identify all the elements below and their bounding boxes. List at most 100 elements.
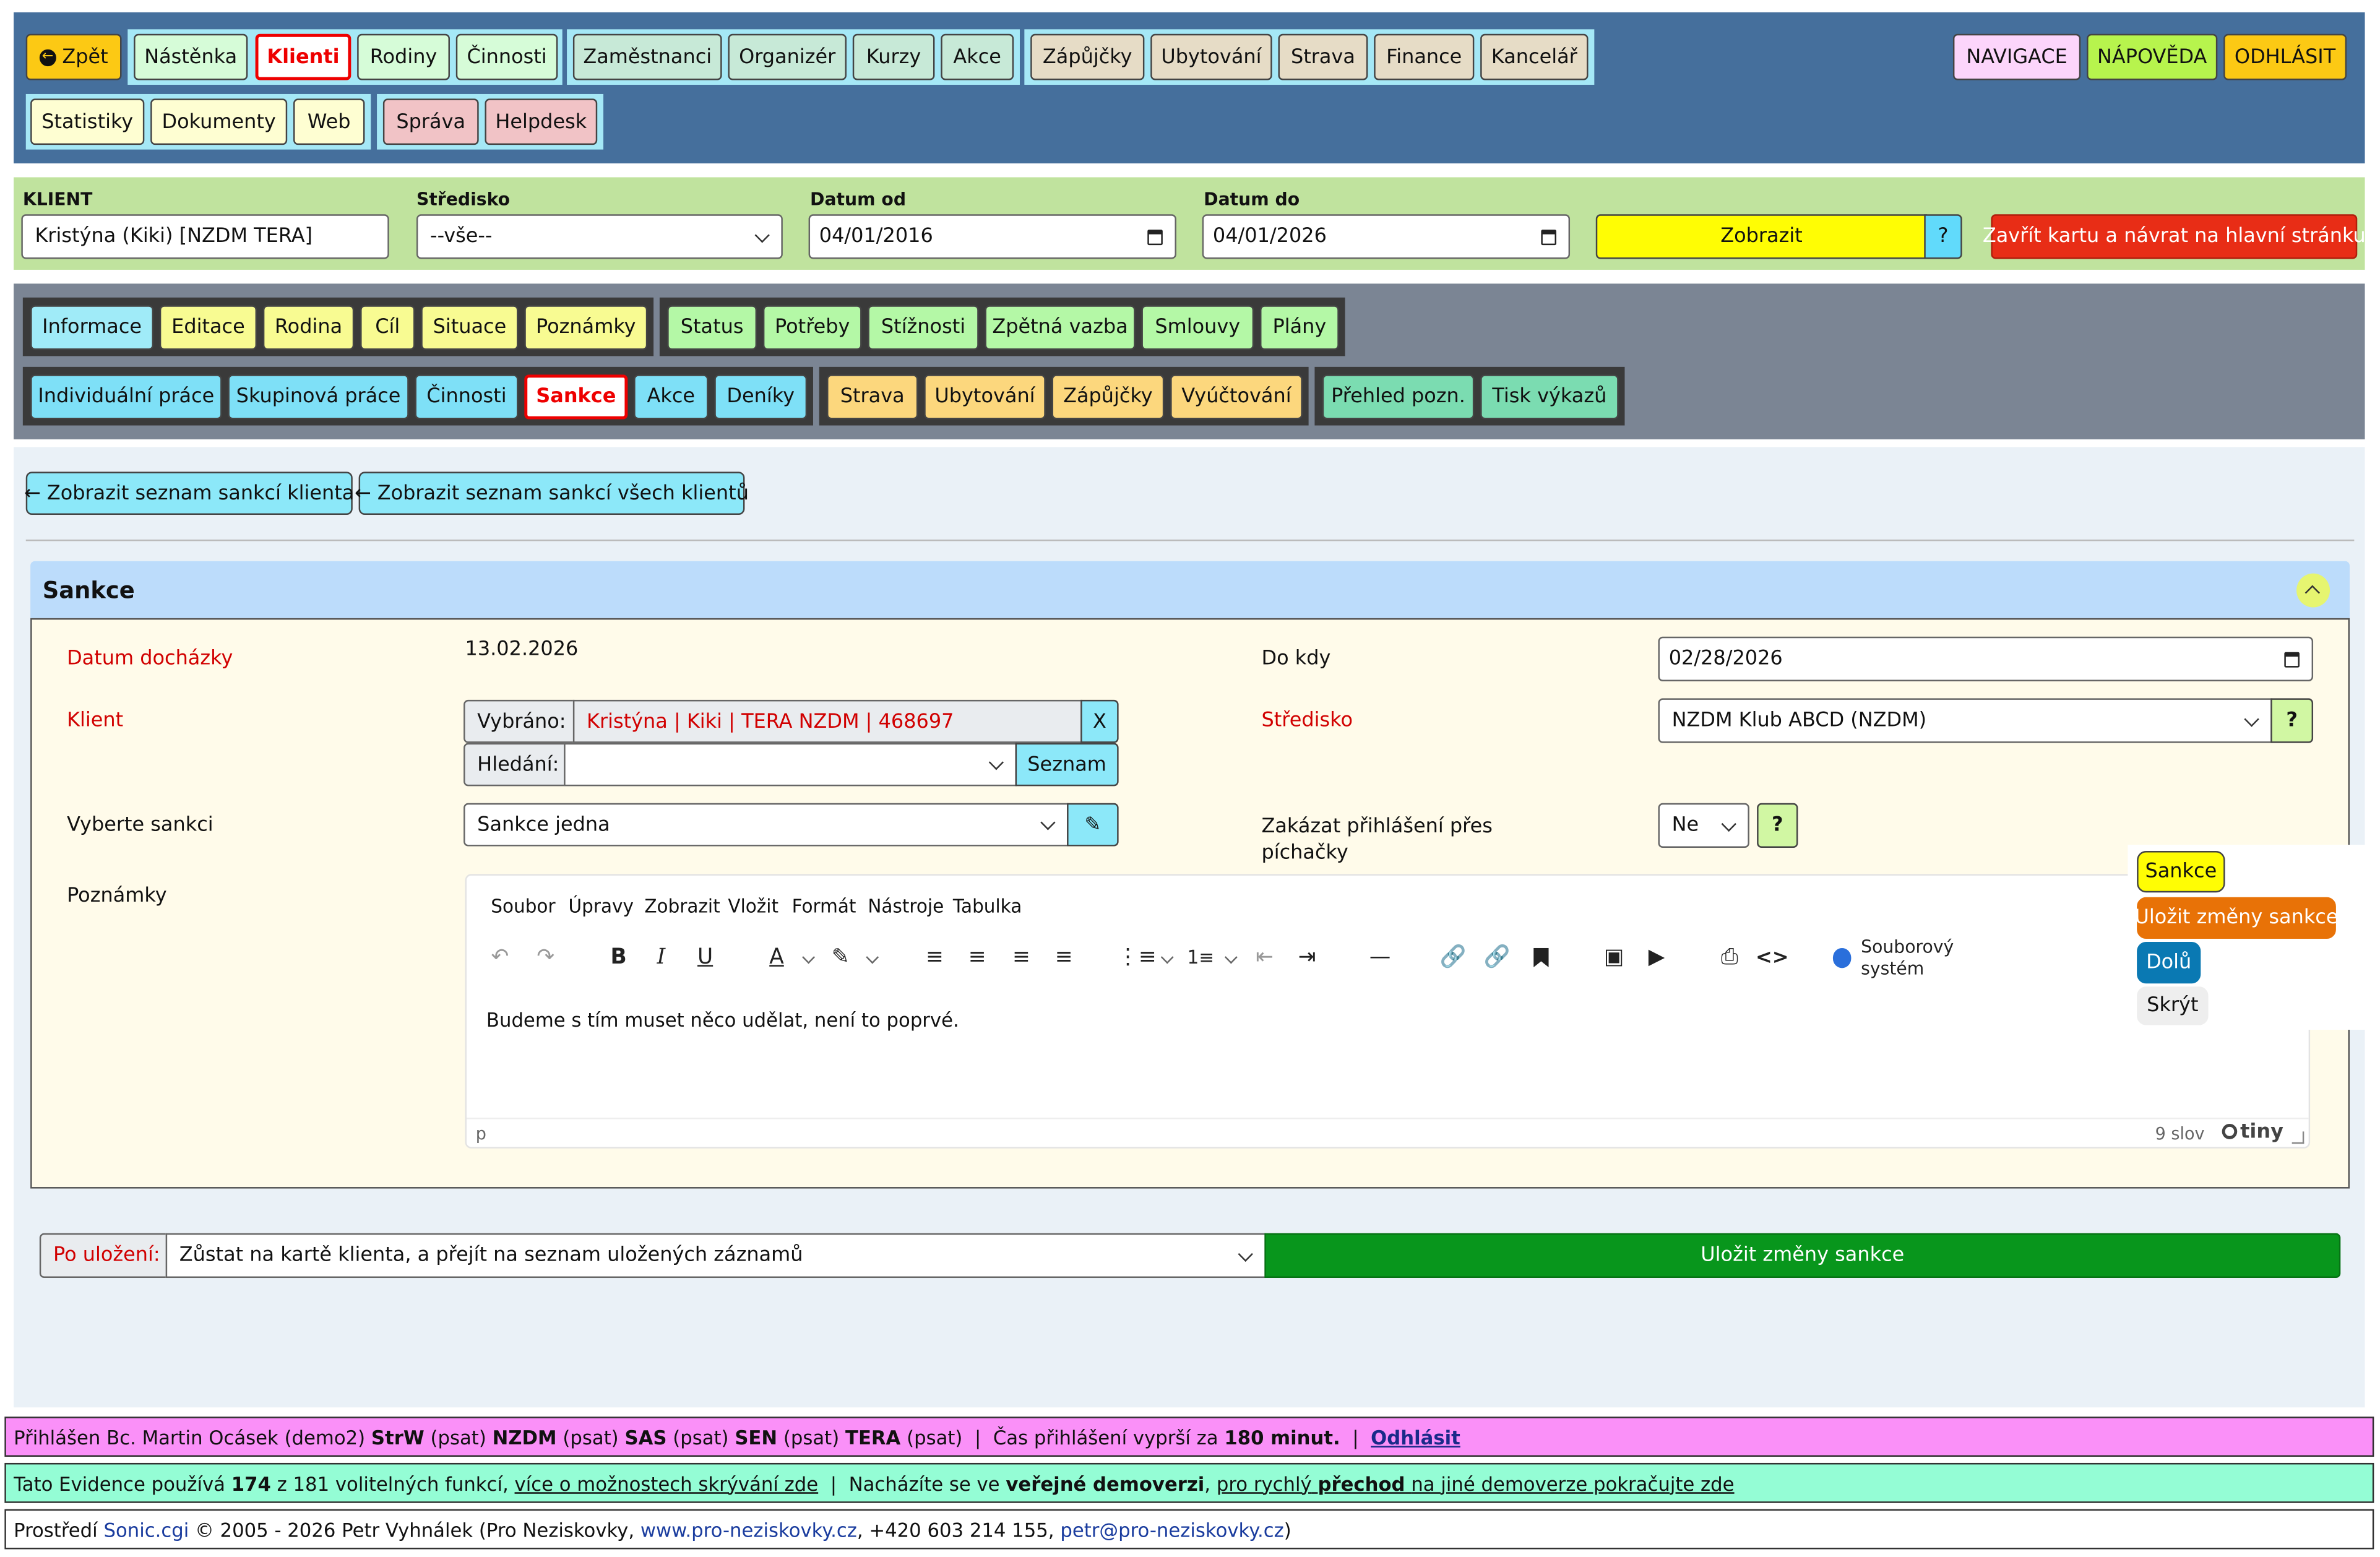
tab-situace[interactable]: Situace: [421, 305, 519, 350]
footer-logout-link[interactable]: Odhlásit: [1371, 1425, 1460, 1448]
edit-sankce-button[interactable]: ✎: [1067, 803, 1119, 847]
all-sanctions-list-button[interactable]: ← Zobrazit seznam sankcí všech klientů: [355, 472, 749, 515]
bullet-list-icon[interactable]: ⋮≡: [1118, 945, 1157, 970]
menu-vlozit[interactable]: Vložit: [728, 895, 778, 917]
align-center-icon[interactable]: ≡: [965, 945, 990, 970]
demo-switch-link[interactable]: pro rychlý přechod na jiné demoverze pok…: [1217, 1472, 1735, 1494]
calendar-icon[interactable]: [1147, 228, 1163, 244]
tab-status[interactable]: Status: [667, 305, 757, 350]
nav-finance[interactable]: Finance: [1374, 33, 1475, 80]
odhlasit-button[interactable]: ODHLÁSIT: [2223, 33, 2347, 80]
indent-icon[interactable]: ⇥: [1295, 945, 1319, 970]
client-sanctions-list-button[interactable]: ← Zobrazit seznam sankcí klienta: [24, 472, 354, 515]
nav-kurzy[interactable]: Kurzy: [852, 33, 935, 80]
align-left-icon[interactable]: ≡: [923, 945, 947, 970]
po-ulozeni-select[interactable]: Zůstat na kartě klienta, a přejít na sez…: [165, 1233, 1266, 1279]
nav-nastenka[interactable]: Nástěnka: [134, 33, 248, 80]
tab-plany[interactable]: Plány: [1260, 305, 1339, 350]
image-icon[interactable]: ▣: [1602, 945, 1626, 970]
zobrazit-button[interactable]: Zobrazit: [1595, 214, 1928, 259]
nav-zamestnanci[interactable]: Zaměstnanci: [572, 33, 722, 80]
calendar-icon[interactable]: [2284, 651, 2300, 667]
tab-prehled-pozn[interactable]: Přehled pozn.: [1322, 374, 1475, 420]
horizontal-line-icon[interactable]: —: [1368, 945, 1392, 970]
nav-dokumenty[interactable]: Dokumenty: [150, 98, 288, 145]
underline-icon[interactable]: U: [693, 945, 717, 970]
nav-statistiky[interactable]: Statistiky: [30, 98, 145, 145]
tab-potreby[interactable]: Potřeby: [762, 305, 862, 350]
tab-smlouvy[interactable]: Smlouvy: [1141, 305, 1254, 350]
bookmark-icon[interactable]: [1530, 945, 1551, 970]
tab-skupinova-prace[interactable]: Skupinová práce: [228, 374, 409, 420]
client-search-select[interactable]: [564, 743, 1017, 787]
stredisko-help-button[interactable]: ?: [2270, 698, 2314, 743]
align-justify-icon[interactable]: ≡: [1052, 945, 1076, 970]
nav-rodiny[interactable]: Rodiny: [357, 33, 450, 80]
filter-help-button[interactable]: ?: [1924, 214, 1962, 259]
unlink-icon[interactable]: 🔗: [1484, 945, 1511, 970]
undo-icon[interactable]: ↶: [488, 945, 512, 970]
tab-individualni-prace[interactable]: Individuální práce: [30, 374, 222, 420]
sonic-link[interactable]: Sonic.cgi: [104, 1517, 189, 1540]
text-color-icon[interactable]: A: [764, 945, 788, 970]
nav-web[interactable]: Web: [293, 98, 365, 145]
website-link[interactable]: www.pro-neziskovky.cz: [640, 1517, 857, 1540]
tab-cil[interactable]: Cíl: [360, 305, 415, 350]
nav-helpdesk[interactable]: Helpdesk: [485, 98, 598, 145]
tab-informace[interactable]: Informace: [30, 305, 154, 350]
nav-cinnosti[interactable]: Činnosti: [455, 33, 558, 80]
do-kdy-input[interactable]: 02/28/2026: [1658, 636, 2314, 682]
save-button[interactable]: Uložit změny sankce: [1264, 1233, 2341, 1279]
clear-client-button[interactable]: X: [1080, 699, 1119, 743]
nav-sprava[interactable]: Správa: [382, 98, 479, 145]
menu-format[interactable]: Formát: [792, 895, 856, 917]
tab-ubytovani[interactable]: Ubytování: [924, 374, 1046, 420]
link-icon[interactable]: 🔗: [1440, 945, 1467, 970]
nav-zapujcky[interactable]: Zápůjčky: [1030, 33, 1145, 80]
menu-nastroje[interactable]: Nástroje: [868, 895, 944, 917]
zavrit-kartu-button[interactable]: Zavřít kartu a návrat na hlavní stránku: [1983, 214, 2366, 259]
menu-tabulka[interactable]: Tabulka: [953, 895, 1022, 917]
tab-poznamky[interactable]: Poznámky: [524, 305, 648, 350]
tab-zpetna-vazba[interactable]: Zpětná vazba: [985, 305, 1136, 350]
outdent-icon[interactable]: ⇤: [1253, 945, 1277, 970]
stredisko-filter-select[interactable]: --vše--: [416, 214, 783, 259]
tab-akce[interactable]: Akce: [634, 374, 709, 420]
nav-klienti[interactable]: Klienti: [255, 33, 351, 80]
resize-handle-icon[interactable]: [2292, 1131, 2305, 1144]
tab-vyuctovani[interactable]: Vyúčtování: [1170, 374, 1303, 420]
filesystem-button[interactable]: Souborový systém: [1832, 936, 2016, 979]
calendar-icon[interactable]: [1541, 228, 1556, 244]
menu-soubor[interactable]: Soubor: [491, 895, 555, 917]
navigace-button[interactable]: NAVIGACE: [1952, 33, 2081, 80]
tab-deniky[interactable]: Deníky: [714, 374, 808, 420]
nav-strava[interactable]: Strava: [1278, 33, 1368, 80]
tab-rodina[interactable]: Rodina: [262, 305, 355, 350]
feature-hiding-link[interactable]: více o možnostech skrývání zde: [515, 1472, 819, 1494]
float-sankce-button[interactable]: Sankce: [2137, 851, 2225, 893]
menu-zobrazit[interactable]: Zobrazit: [644, 895, 720, 917]
stredisko-select[interactable]: NZDM Klub ABCD (NZDM): [1658, 698, 2272, 743]
nav-organizer[interactable]: Organizér: [728, 33, 847, 80]
redo-icon[interactable]: ↷: [533, 945, 558, 970]
datum-od-input[interactable]: 04/01/2016: [808, 214, 1176, 259]
float-ulozit-button[interactable]: Uložit změny sankce: [2135, 897, 2339, 939]
tab-editace[interactable]: Editace: [159, 305, 257, 350]
nav-ubytovani[interactable]: Ubytování: [1150, 33, 1272, 80]
zakazat-help-button[interactable]: ?: [1757, 803, 1798, 848]
napoveda-button[interactable]: NÁPOVĚDA: [2087, 33, 2218, 80]
nav-kancelar[interactable]: Kancelář: [1480, 33, 1589, 80]
media-icon[interactable]: ▶: [1644, 945, 1668, 970]
tab-strava[interactable]: Strava: [827, 374, 918, 420]
email-link[interactable]: petr@pro-neziskovky.cz: [1060, 1517, 1283, 1540]
source-code-icon[interactable]: <>: [1756, 945, 1789, 970]
sankce-select[interactable]: Sankce jedna: [463, 803, 1069, 847]
tab-tisk-vykazu[interactable]: Tisk výkazů: [1480, 374, 1619, 420]
menu-upravy[interactable]: Úpravy: [569, 895, 634, 917]
float-dolu-button[interactable]: Dolů: [2137, 942, 2201, 984]
tab-stiznosti[interactable]: Stížnosti: [868, 305, 979, 350]
tab-cinnosti[interactable]: Činnosti: [415, 374, 519, 420]
klient-filter-input[interactable]: Kristýna (Kiki) [NZDM TERA]: [21, 214, 389, 259]
print-icon[interactable]: ⎙: [1717, 945, 1741, 970]
zakazat-select[interactable]: Ne: [1658, 803, 1749, 848]
